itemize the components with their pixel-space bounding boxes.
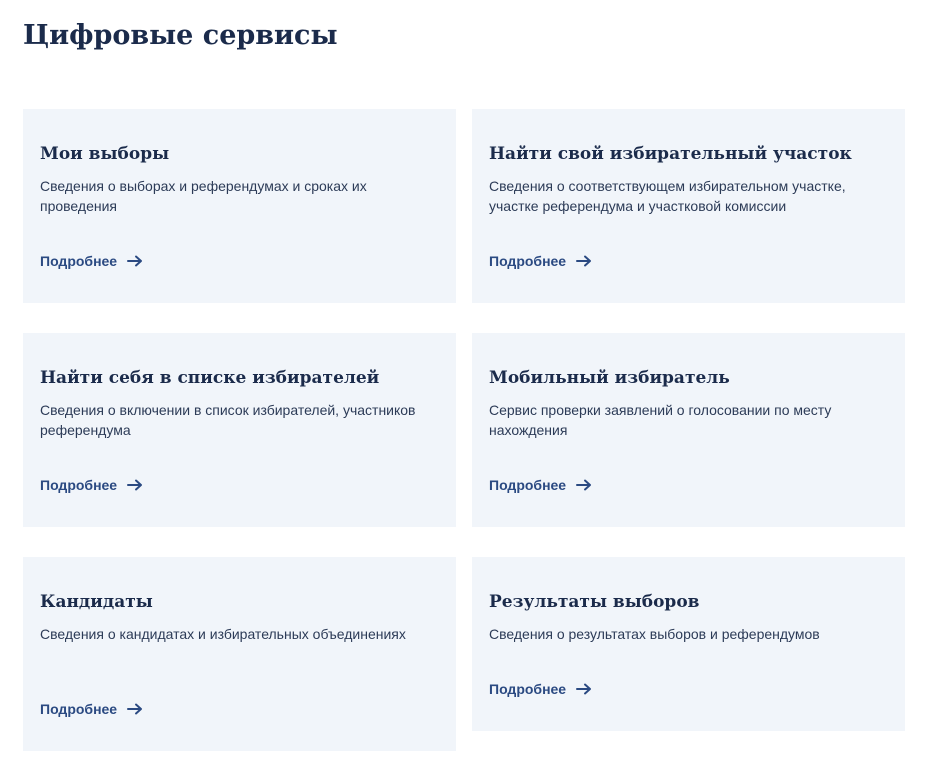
more-link[interactable]: Подробнее <box>489 679 592 699</box>
more-link-label: Подробнее <box>489 681 567 697</box>
more-link[interactable]: Подробнее <box>489 251 592 271</box>
arrow-right-icon <box>127 255 143 267</box>
card-description: Сервис проверки заявлений о голосовании … <box>489 402 832 438</box>
card-description: Сведения о кандидатах и избирательных об… <box>40 626 406 642</box>
more-link-label: Подробнее <box>489 253 567 269</box>
card-title[interactable]: Мобильный избиратель <box>489 366 888 390</box>
services-grid: Мои выборы Сведения о выборах и референд… <box>23 109 905 751</box>
more-link-label: Подробнее <box>40 701 118 717</box>
arrow-right-icon <box>576 479 592 491</box>
more-link[interactable]: Подробнее <box>40 251 143 271</box>
service-card-election-results: Результаты выборов Сведения о результата… <box>472 557 905 731</box>
more-link[interactable]: Подробнее <box>40 699 143 719</box>
card-title[interactable]: Результаты выборов <box>489 590 888 614</box>
service-card-candidates: Кандидаты Сведения о кандидатах и избира… <box>23 557 456 751</box>
more-link[interactable]: Подробнее <box>40 475 143 495</box>
more-link-label: Подробнее <box>489 477 567 493</box>
card-title[interactable]: Найти свой избирательный участок <box>489 142 888 166</box>
arrow-right-icon <box>576 255 592 267</box>
card-title[interactable]: Мои выборы <box>40 142 439 166</box>
card-title[interactable]: Найти себя в списке избирателей <box>40 366 439 390</box>
more-link[interactable]: Подробнее <box>489 475 592 495</box>
arrow-right-icon <box>127 703 143 715</box>
more-link-label: Подробнее <box>40 477 118 493</box>
service-card-find-polling-station: Найти свой избирательный участок Сведени… <box>472 109 905 303</box>
service-card-my-elections: Мои выборы Сведения о выборах и референд… <box>23 109 456 303</box>
more-link-label: Подробнее <box>40 253 118 269</box>
arrow-right-icon <box>127 479 143 491</box>
card-description: Сведения о включении в список избирателе… <box>40 402 416 438</box>
arrow-right-icon <box>576 683 592 695</box>
page-title: Цифровые сервисы <box>23 20 338 51</box>
service-card-voter-list: Найти себя в списке избирателей Сведения… <box>23 333 456 527</box>
card-description: Сведения о выборах и референдумах и срок… <box>40 178 367 214</box>
service-card-mobile-voter: Мобильный избиратель Сервис проверки зая… <box>472 333 905 527</box>
card-description: Сведения о результатах выборов и референ… <box>489 626 820 642</box>
card-description: Сведения о соответствующем избирательном… <box>489 178 846 214</box>
card-title[interactable]: Кандидаты <box>40 590 439 614</box>
